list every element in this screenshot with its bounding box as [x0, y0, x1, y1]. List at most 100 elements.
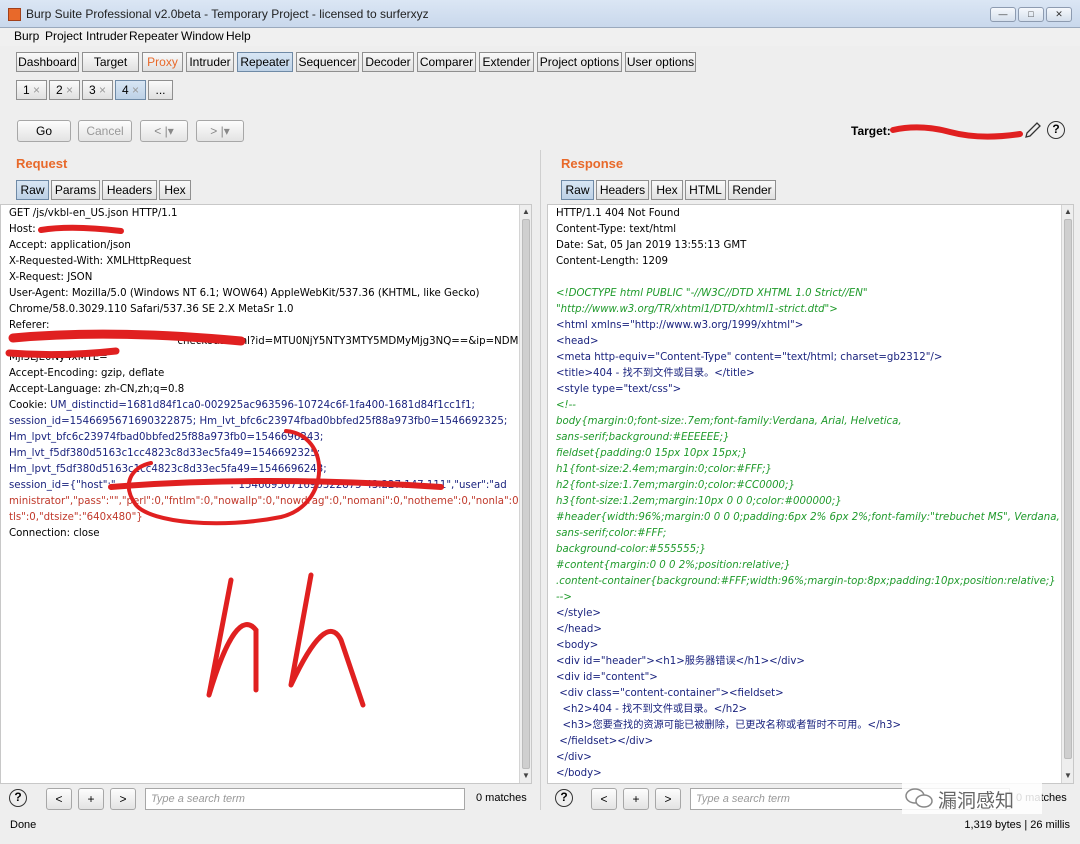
request-editor[interactable]: GET /js/vkbl-en_US.json HTTP/1.1 Host: A… [0, 204, 532, 784]
menu-burp[interactable]: Burp [14, 29, 39, 43]
request-tab-params[interactable]: Params [51, 180, 100, 200]
split-divider[interactable] [540, 150, 541, 810]
scroll-up-icon[interactable]: ▲ [521, 207, 531, 217]
request-tab-headers[interactable]: Headers [102, 180, 157, 200]
request-help-icon[interactable]: ? [9, 789, 27, 807]
scroll-thumb[interactable] [1064, 219, 1072, 759]
response-body-line: <body> [556, 640, 599, 651]
tab-intruder[interactable]: Intruder [186, 52, 234, 72]
response-body-line: <!-- [556, 400, 576, 411]
response-body-line: <head> [556, 336, 599, 347]
menu-repeater[interactable]: Repeater [129, 29, 178, 43]
response-body-line: <h3>您要查找的资源可能已被删除，已更改名称或者暂时不可用。</h3> [556, 720, 901, 731]
menu-intruder[interactable]: Intruder [86, 29, 127, 43]
repeater-tab-4[interactable]: 4 × [115, 80, 146, 100]
request-tab-raw[interactable]: Raw [16, 180, 49, 200]
tab-project-options[interactable]: Project options [537, 52, 622, 72]
menu-bar: Burp Project Intruder Repeater Window He… [0, 28, 1080, 46]
forward-button[interactable]: > |▾ [196, 120, 244, 142]
tab-sequencer[interactable]: Sequencer [296, 52, 359, 72]
request-add-button[interactable]: + [78, 788, 104, 810]
maximize-button[interactable]: □ [1018, 7, 1044, 22]
response-scrollbar[interactable]: ▲ ▼ [1061, 205, 1073, 783]
tab-proxy[interactable]: Proxy [142, 52, 183, 72]
tab-user-options[interactable]: User options [625, 52, 696, 72]
response-body-line: <html xmlns="http://www.w3.org/1999/xhtm… [556, 320, 804, 331]
response-body-line: <!DOCTYPE html PUBLIC "-//W3C//DTD XHTML… [556, 288, 868, 299]
response-body-line: h2{font-size:1.7em;margin:0;color:#CC000… [556, 480, 795, 491]
response-body-line: </head> [556, 624, 602, 635]
close-tab-icon[interactable]: × [33, 83, 40, 97]
response-body-line: "http://www.w3.org/TR/xhtml1/DTD/xhtml1-… [556, 304, 838, 315]
menu-help[interactable]: Help [226, 29, 251, 43]
response-tab-render[interactable]: Render [728, 180, 776, 200]
tab-target[interactable]: Target [82, 52, 139, 72]
response-body-line: body{margin:0;font-size:.7em;font-family… [556, 416, 902, 427]
tab-label: 4 [121, 83, 129, 97]
close-tab-icon[interactable]: × [66, 83, 73, 97]
status-text: Done [10, 819, 37, 831]
tab-extender[interactable]: Extender [479, 52, 534, 72]
back-button[interactable]: < |▾ [140, 120, 188, 142]
tab-decoder[interactable]: Decoder [362, 52, 414, 72]
minimize-button[interactable]: — [990, 7, 1016, 22]
request-next-button[interactable]: > [110, 788, 136, 810]
response-tab-html[interactable]: HTML [685, 180, 726, 200]
request-prev-button[interactable]: < [46, 788, 72, 810]
title-bar: Burp Suite Professional v2.0beta - Tempo… [0, 0, 1080, 28]
close-button[interactable]: ✕ [1046, 7, 1072, 22]
response-tab-hex[interactable]: Hex [651, 180, 683, 200]
repeater-tab-1[interactable]: 1 × [16, 80, 47, 100]
menu-project[interactable]: Project [45, 29, 82, 43]
response-body-line: sans-serif;background:#EEEEEE;} [556, 432, 730, 443]
response-body-line: </fieldset></div> [556, 736, 654, 747]
pencil-icon[interactable] [1024, 121, 1042, 139]
response-editor[interactable]: HTTP/1.1 404 Not Found Content-Type: tex… [547, 204, 1074, 784]
response-body-line: <div id="content"> [556, 672, 658, 683]
response-prev-button[interactable]: < [591, 788, 617, 810]
request-tab-hex[interactable]: Hex [159, 180, 191, 200]
scroll-thumb[interactable] [522, 219, 530, 769]
repeater-tab-2[interactable]: 2 × [49, 80, 80, 100]
response-body-line: --> [556, 592, 572, 603]
response-body-line: <meta http-equiv="Content-Type" content=… [556, 352, 943, 363]
go-button[interactable]: Go [17, 120, 71, 142]
scroll-up-icon[interactable]: ▲ [1063, 207, 1073, 217]
request-search-input[interactable]: Type a search term [145, 788, 465, 810]
scroll-down-icon[interactable]: ▼ [521, 771, 531, 781]
response-body-line: </style> [556, 608, 601, 619]
redaction-scribble [890, 124, 1023, 140]
response-body-line: .content-container{background:#FFF;width… [556, 576, 1056, 587]
response-body-line: sans-serif;color:#FFF; [556, 528, 667, 539]
tab-dashboard[interactable]: Dashboard [16, 52, 79, 72]
tab-label: 2 [55, 83, 63, 97]
window-title: Burp Suite Professional v2.0beta - Tempo… [26, 7, 429, 21]
cancel-button[interactable]: Cancel [78, 120, 132, 142]
response-body-line: <h2>404 - 找不到文件或目录。</h2> [556, 704, 748, 715]
new-tab-button[interactable]: ... [148, 80, 173, 100]
response-help-icon[interactable]: ? [555, 789, 573, 807]
response-body-line: #header{width:96%;margin:0 0 0 0;padding… [556, 512, 1060, 523]
tab-repeater[interactable]: Repeater [237, 52, 293, 72]
repeater-tab-3[interactable]: 3 × [82, 80, 113, 100]
close-tab-icon[interactable]: × [132, 83, 139, 97]
tab-comparer[interactable]: Comparer [417, 52, 476, 72]
response-body-line: fieldset{padding:0 15px 10px 15px;} [556, 448, 748, 459]
help-icon[interactable]: ? [1047, 121, 1065, 139]
close-tab-icon[interactable]: × [99, 83, 106, 97]
response-line: Content-Length: 1209 [556, 256, 668, 267]
response-tab-raw[interactable]: Raw [561, 180, 594, 200]
scroll-down-icon[interactable]: ▼ [1063, 771, 1073, 781]
target-label: Target: [851, 124, 891, 138]
wechat-icon [905, 788, 933, 808]
response-line: HTTP/1.1 404 Not Found [556, 208, 680, 219]
response-next-button[interactable]: > [655, 788, 681, 810]
request-scrollbar[interactable]: ▲ ▼ [519, 205, 531, 783]
response-body-line: background-color:#555555;} [556, 544, 707, 555]
response-add-button[interactable]: + [623, 788, 649, 810]
response-body-line: <div id="header"><h1>服务器错误</h1></div> [556, 656, 805, 667]
response-line: Content-Type: text/html [556, 224, 677, 235]
menu-window[interactable]: Window [181, 29, 224, 43]
handwriting-scribble: hh [206, 572, 366, 708]
response-tab-headers[interactable]: Headers [596, 180, 649, 200]
